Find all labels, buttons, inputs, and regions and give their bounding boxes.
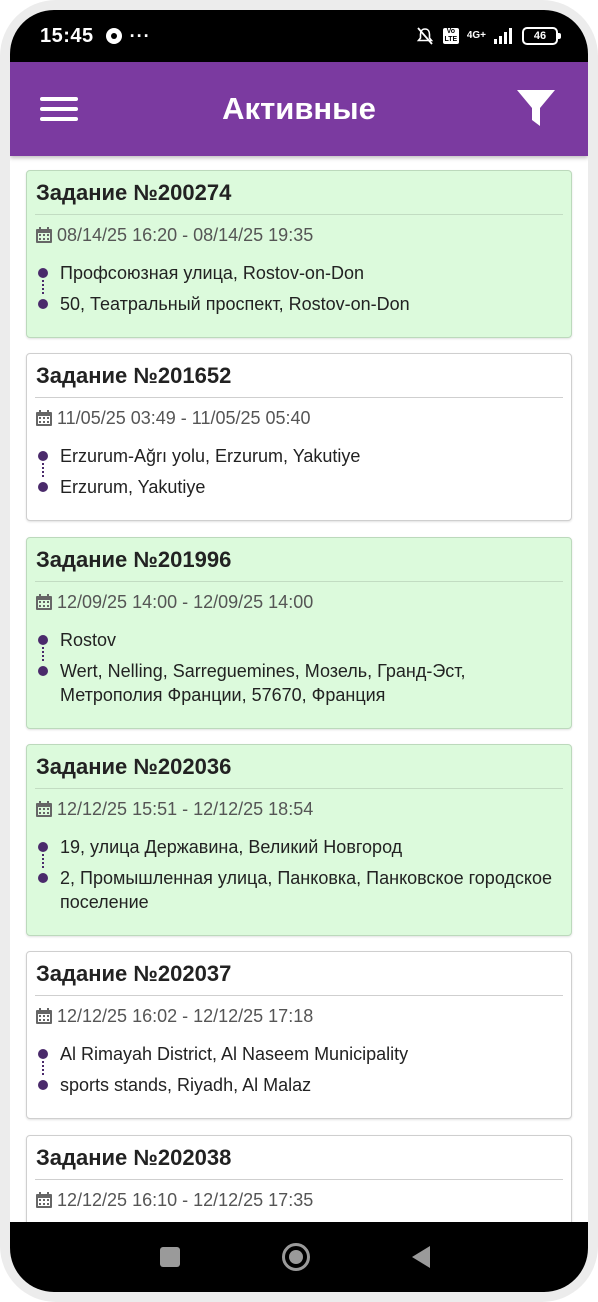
route: Al Rimayah District, Al Naseem Municipal…	[35, 1042, 563, 1097]
phone-frame: 15:45 ··· Vo LTE 4G+ 46 Активные Задание…	[0, 0, 598, 1302]
status-right-icons: Vo LTE 4G+ 46	[415, 26, 561, 46]
calendar-icon	[36, 227, 52, 243]
route-point-icon	[38, 299, 48, 309]
task-title: Задание №200274	[35, 171, 563, 215]
task-card[interactable]: Задание №202038 12/12/25 16:10 - 12/12/2…	[26, 1135, 572, 1222]
task-card[interactable]: Задание №202036 12/12/25 15:51 - 12/12/2…	[26, 744, 572, 936]
task-card[interactable]: Задание №201652 11/05/25 03:49 - 11/05/2…	[26, 353, 572, 521]
signal-strength-icon	[494, 28, 512, 44]
route-from-address: Профсоюзная улица, Rostov-on-Don	[60, 263, 364, 283]
task-date-range: 12/09/25 14:00 - 12/09/25 14:00	[57, 591, 314, 612]
status-left-icons: ···	[105, 26, 151, 46]
route-point-icon	[38, 451, 48, 461]
route: Rostov Wert, Nelling, Sarreguemines, Моз…	[35, 628, 563, 707]
route-from: 19, улица Державина, Великий Новгород	[35, 835, 563, 859]
route-from: Профсоюзная улица, Rostov-on-Don	[35, 261, 563, 285]
hamburger-menu-icon	[40, 97, 78, 101]
route-from: Erzurum-Ağrı yolu, Erzurum, Yakutiye	[35, 444, 563, 468]
route-from-address: 19, улица Державина, Великий Новгород	[60, 837, 403, 857]
task-date-range: 11/05/25 03:49 - 11/05/25 05:40	[57, 407, 311, 428]
route-to: Wert, Nelling, Sarreguemines, Мозель, Гр…	[35, 659, 563, 707]
route-from-address: Erzurum-Ağrı yolu, Erzurum, Yakutiye	[60, 446, 361, 466]
route-to: 2, Промышленная улица, Панковка, Панковс…	[35, 866, 563, 914]
task-title: Задание №201996	[35, 538, 563, 582]
task-card[interactable]: Задание №202037 12/12/25 16:02 - 12/12/2…	[26, 951, 572, 1119]
page-title: Активные	[222, 91, 376, 126]
task-date-range: 12/12/25 15:51 - 12/12/25 18:54	[57, 798, 314, 819]
filter-button[interactable]	[516, 88, 556, 130]
route-point-icon	[38, 1080, 48, 1090]
route-point-icon	[38, 1049, 48, 1059]
network-type-label: 4G+	[466, 30, 486, 41]
task-date-range: 08/14/25 16:20 - 08/14/25 19:35	[57, 224, 314, 245]
notification-app-icon	[105, 28, 122, 44]
route-to: Erzurum, Yakutiye	[35, 475, 563, 499]
task-dates: 11/05/25 03:49 - 11/05/25 05:40	[35, 398, 563, 438]
status-time: 15:45	[40, 24, 94, 47]
task-title: Задание №201652	[35, 354, 563, 398]
route-to-address: 2, Промышленная улица, Панковка, Панковс…	[60, 868, 553, 912]
task-dates: 08/14/25 16:20 - 08/14/25 19:35	[35, 215, 563, 255]
calendar-icon	[36, 410, 52, 426]
phone-screen: 15:45 ··· Vo LTE 4G+ 46 Активные Задание…	[10, 10, 588, 1292]
task-date-range: 12/12/25 16:02 - 12/12/25 17:18	[57, 1005, 314, 1026]
route-to-address: Wert, Nelling, Sarreguemines, Мозель, Гр…	[60, 661, 466, 705]
task-list[interactable]: Задание №200274 08/14/25 16:20 - 08/14/2…	[10, 156, 588, 1222]
route-point-icon	[38, 666, 48, 676]
filter-funnel-icon	[517, 90, 555, 126]
route-point-icon	[38, 482, 48, 492]
task-date-range: 12/12/25 16:10 - 12/12/25 17:35	[57, 1189, 314, 1210]
route: 19, улица Державина, Великий Новгород 2,…	[35, 835, 563, 914]
route-point-icon	[38, 842, 48, 852]
task-title: Задание №202036	[35, 745, 563, 789]
calendar-icon	[36, 594, 52, 610]
menu-button[interactable]	[40, 95, 80, 123]
task-dates: 12/12/25 15:51 - 12/12/25 18:54	[35, 789, 563, 829]
route-point-icon	[38, 268, 48, 278]
hamburger-menu-icon-line	[40, 117, 78, 121]
back-button[interactable]	[412, 1246, 430, 1268]
task-dates: 12/09/25 14:00 - 12/09/25 14:00	[35, 582, 563, 622]
task-card[interactable]: Задание №200274 08/14/25 16:20 - 08/14/2…	[26, 170, 572, 338]
mute-bell-icon	[416, 27, 433, 45]
route-from: Al Rimayah District, Al Naseem Municipal…	[35, 1042, 563, 1066]
battery-icon: 46	[522, 27, 561, 45]
status-bar: 15:45 ··· Vo LTE 4G+ 46	[10, 10, 588, 62]
route-from-address: Al Rimayah District, Al Naseem Municipal…	[60, 1044, 409, 1064]
route-to-address: Erzurum, Yakutiye	[60, 477, 206, 497]
route-to: sports stands, Riyadh, Al Malaz	[35, 1073, 563, 1097]
system-nav-bar	[10, 1222, 588, 1292]
task-dates: 12/12/25 16:10 - 12/12/25 17:35	[35, 1180, 563, 1220]
calendar-icon	[36, 801, 52, 817]
calendar-icon	[36, 1008, 52, 1024]
home-button[interactable]	[282, 1243, 310, 1271]
calendar-icon	[36, 1192, 52, 1208]
hamburger-menu-icon-line	[40, 107, 78, 111]
route: Профсоюзная улица, Rostov-on-Don 50, Теа…	[35, 261, 563, 316]
route: Erzurum-Ağrı yolu, Erzurum, Yakutiye Erz…	[35, 444, 563, 499]
route-point-icon	[38, 635, 48, 645]
route-to-address: sports stands, Riyadh, Al Malaz	[60, 1075, 312, 1095]
task-dates: 12/12/25 16:02 - 12/12/25 17:18	[35, 996, 563, 1036]
task-title: Задание №202037	[35, 952, 563, 996]
route-from: Rostov	[35, 628, 563, 652]
recents-button[interactable]	[160, 1247, 180, 1267]
task-title: Задание №202038	[35, 1136, 563, 1180]
route-to: 50, Театральный проспект, Rostov-on-Don	[35, 292, 563, 316]
task-card[interactable]: Задание №201996 12/09/25 14:00 - 12/09/2…	[26, 537, 572, 729]
route-from-address: Rostov	[60, 630, 117, 650]
route-point-icon	[38, 873, 48, 883]
more-notifications-icon: ···	[129, 26, 151, 46]
app-bar: Активные	[10, 62, 588, 156]
volte-icon: Vo LTE	[442, 28, 459, 44]
route-to-address: 50, Театральный проспект, Rostov-on-Don	[60, 294, 410, 314]
